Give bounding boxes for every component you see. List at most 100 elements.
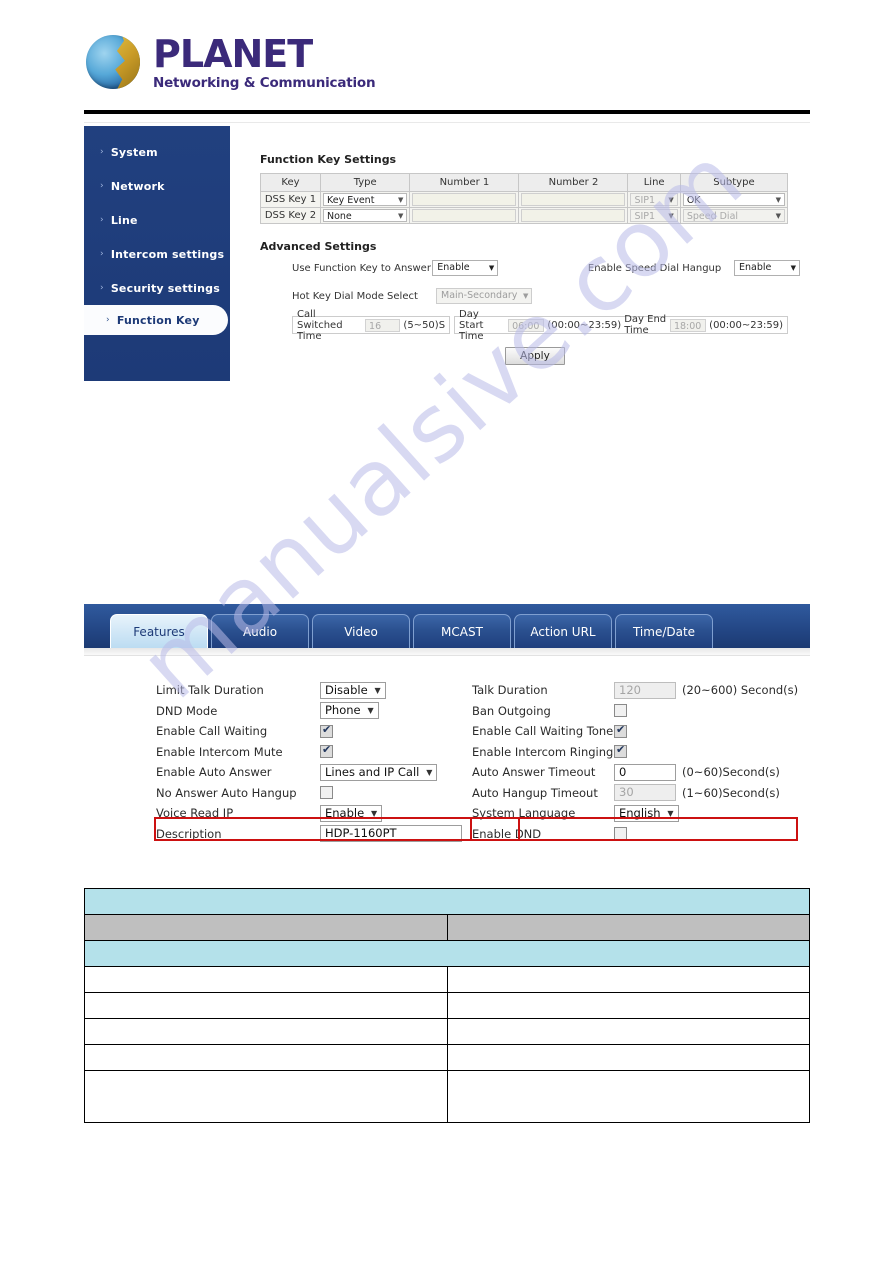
chevron-down-icon: ▼ [775,212,781,220]
function-key-section-title: Function Key Settings [260,153,397,166]
enable-dnd-checkbox[interactable] [614,827,627,841]
sidebar-item-label: Security settings [110,281,220,295]
dss-key-1-subtype-cell: OK ▼ [679,191,789,208]
voice-read-ip-row: Voice Read IP Enable ▼ [156,803,466,824]
col-subtype: Subtype [679,173,789,192]
features-panel: Limit Talk Duration Disable ▼ DND Mode Ph… [84,656,810,920]
dss-key-1-number1-cell [409,191,520,208]
tab-label: Video [344,624,378,639]
table-row [84,940,810,967]
tab-time-date[interactable]: Time/Date [615,614,713,648]
chevron-down-icon: ▼ [398,212,404,220]
tab-mcast[interactable]: MCAST [413,614,511,648]
chevron-down-icon: ▼ [775,196,781,204]
ban-outgoing-checkbox[interactable] [614,704,627,718]
talk-duration-input[interactable]: 120 [614,681,676,699]
dss-key-1-number2-cell [518,191,629,208]
system-language-label: System Language [472,806,576,821]
dss-key-2-label: DSS Key 2 [260,207,321,224]
chevron-right-icon: › [100,249,104,259]
hot-key-dial-mode-label: Hot Key Dial Mode Select [292,290,418,302]
tab-action-url[interactable]: Action URL [514,614,612,648]
ban-outgoing-label: Ban Outgoing [472,703,551,718]
use-function-key-to-answer-select[interactable]: Enable ▼ [432,260,499,276]
enable-call-waiting-row: Enable Call Waiting [156,721,466,742]
dss-key-1-subtype-select[interactable]: OK ▼ [682,193,785,206]
sidebar-navigation: › System › Network › Line › Intercom set… [84,126,230,381]
tab-features[interactable]: Features [110,614,208,648]
dss-key-2-line-select[interactable]: SIP1 ▼ [630,209,678,222]
sidebar-item-network[interactable]: › Network [84,169,230,203]
no-answer-auto-hangup-row: No Answer Auto Hangup [156,783,466,804]
sidebar-item-system[interactable]: › System [84,135,230,169]
auto-answer-timeout-input[interactable]: 0 [614,763,676,781]
enable-dnd-row: Enable DND [472,824,802,845]
dss-key-2-line-cell: SIP1 ▼ [627,207,681,224]
sidebar-item-label: Intercom settings [110,247,225,261]
dss-key-2-type-select[interactable]: None ▼ [322,209,408,222]
use-function-key-to-answer-label: Use Function Key to Answer [292,262,431,274]
tab-video[interactable]: Video [312,614,410,648]
enable-intercom-mute-checkbox[interactable] [320,743,333,759]
hot-key-dial-mode-select[interactable]: Main-Secondary ▼ [436,288,533,304]
enable-call-waiting-tone-checkbox[interactable] [614,723,627,738]
day-end-time-input[interactable]: 18:00 [669,318,707,332]
sidebar-item-function-key[interactable]: › Function Key [84,305,228,335]
table-cell [446,914,810,941]
dnd-mode-row: DND Mode Phone ▼ [156,701,466,722]
limit-talk-duration-select[interactable]: Disable ▼ [320,681,386,699]
function-key-panel: Function Key Settings Key Type Number 1 … [260,153,800,365]
sidebar-item-label: Network [110,179,165,193]
description-input[interactable]: HDP-1160PT [320,825,462,843]
chevron-down-icon: ▼ [790,264,796,272]
auto-hangup-timeout-input[interactable]: 30 [614,784,676,802]
dnd-mode-select[interactable]: Phone ▼ [320,702,379,720]
sidebar-item-label: System [110,145,158,159]
enable-intercom-mute-row: Enable Intercom Mute [156,742,466,763]
table-row [84,914,810,941]
limit-talk-duration-label: Limit Talk Duration [156,683,264,698]
dss-key-2-number1-input[interactable] [412,209,517,222]
dss-key-1-number1-input[interactable] [412,193,517,206]
table-row [84,966,810,993]
apply-button[interactable]: Apply [505,347,565,365]
enable-auto-answer-select[interactable]: Lines and IP Call ▼ [320,763,438,781]
system-language-select[interactable]: English ▼ [614,804,679,822]
table-cell [446,992,810,1019]
sidebar-item-label: Function Key [116,313,200,327]
table-row: DSS Key 2 None ▼ SIP1 ▼ Speed Dial ▼ [260,207,789,224]
no-answer-auto-hangup-checkbox[interactable] [320,786,333,800]
day-start-time-input[interactable]: 06:00 [508,318,545,332]
tab-audio[interactable]: Audio [211,614,309,648]
enable-dnd-label: Enable DND [472,826,542,841]
sidebar-item-intercom-settings[interactable]: › Intercom settings [84,237,230,271]
chevron-down-icon: ▼ [488,264,495,272]
dss-key-2-number2-input[interactable] [521,209,626,222]
chevron-right-icon: › [100,283,104,293]
enable-call-waiting-tone-label: Enable Call Waiting Tone [472,724,614,739]
no-answer-auto-hangup-label: No Answer Auto Hangup [156,785,297,800]
dss-key-1-number2-input[interactable] [521,193,626,206]
call-switched-time-input[interactable]: 16 [365,318,401,332]
enable-intercom-ringing-checkbox[interactable] [614,743,627,759]
day-start-time-range: (00:00~23:59) [547,319,622,331]
dss-key-2-subtype-cell: Speed Dial ▼ [679,207,789,224]
sidebar-item-security-settings[interactable]: › Security settings [84,271,230,305]
col-line: Line [627,173,681,192]
table-row [84,1070,810,1123]
enable-call-waiting-checkbox[interactable] [320,723,333,738]
dss-key-2-subtype-select[interactable]: Speed Dial ▼ [682,209,785,222]
talk-duration-range: (20~600) Second(s) [682,683,799,698]
enable-speed-dial-hangup-select[interactable]: Enable ▼ [733,260,800,276]
auto-hangup-timeout-row: Auto Hangup Timeout 30 (1~60)Second(s) [472,783,802,804]
dss-key-1-line-select[interactable]: SIP1 ▼ [630,193,678,206]
sidebar-item-label: Line [110,213,138,227]
description-label: Description [156,826,222,841]
auto-answer-timeout-range: (0~60)Second(s) [682,765,780,780]
day-time-group: Day Start Time 06:00 (00:00~23:59) Day E… [454,309,788,342]
dss-key-1-type-select[interactable]: Key Event ▼ [322,193,408,206]
sidebar-item-line[interactable]: › Line [84,203,230,237]
table-cell [446,966,810,993]
voice-read-ip-select[interactable]: Enable ▼ [320,804,383,822]
dss-key-2-number2-cell [518,207,629,224]
